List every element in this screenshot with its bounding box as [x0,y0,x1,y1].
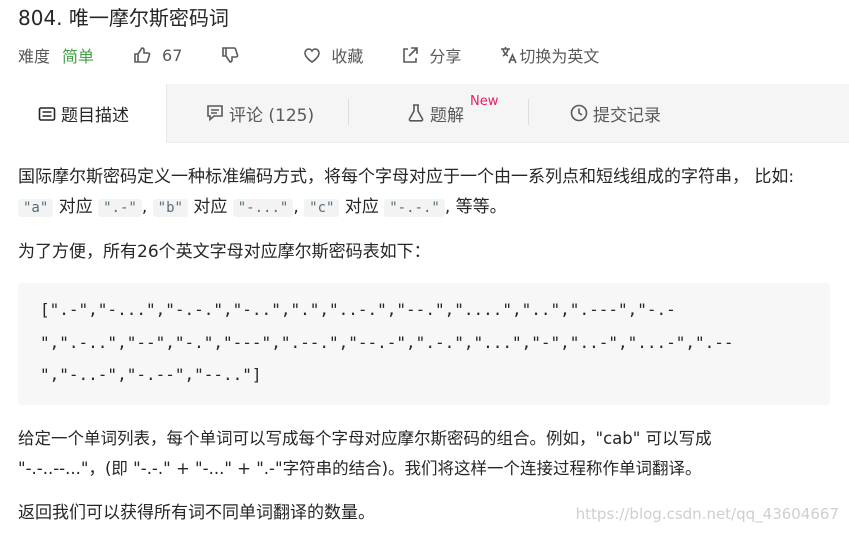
inline-code: "b" [152,199,188,217]
intro-text: , [141,197,153,217]
intro-text: 对应 [53,197,99,217]
table-intro-paragraph: 为了方便，所有26个英文字母对应摩尔斯密码表如下： [18,242,431,262]
thumbs-up-icon [134,47,151,63]
tab-solutions-label: 题解 [430,105,464,126]
favorite-button[interactable]: 收藏 [302,43,363,67]
favorite-label: 收藏 [331,47,364,66]
like-count: 67 [162,45,183,65]
inline-code: "c" [304,199,340,217]
translate-icon [501,47,518,64]
like-button[interactable]: 67 [132,45,182,65]
morse-code-block: [".-","-...","-.-.","-..",".","..-.","--… [18,283,830,405]
tab-description-label: 题目描述 [61,106,129,126]
description-icon [38,106,56,121]
flask-icon [408,104,424,122]
tab-bar: 题目描述 评论 (125) 题解 New 提交记录 [0,84,849,143]
tab-submissions[interactable]: 提交记录 [569,84,661,142]
problem-title: 804. 唯一摩尔斯密码词 [18,6,229,30]
thumbs-down-icon [222,47,239,63]
comment-icon [207,105,223,122]
inline-code: "a" [18,199,54,217]
code-line: [".-","-...","-.-.","-..",".","..-.","--… [40,300,676,319]
share-icon [403,47,419,63]
tab-comments[interactable]: 评论 (125) [205,84,314,142]
switch-language-label: 切换为英文 [519,47,600,66]
difficulty-label: 难度 [18,47,51,66]
heart-icon [304,48,321,63]
tab-description[interactable]: 题目描述 [0,84,167,143]
share-button[interactable]: 分享 [400,43,461,67]
code-line: ",".-..","--","-.","---",".--.","--.-","… [40,333,734,352]
inline-code: ".-" [98,199,142,217]
intro-text: 对应 [187,197,233,217]
inline-code: "-.-." [384,199,445,217]
intro-paragraph: 国际摩尔斯密码定义一种标准编码方式，将每个字母对应于一个由一系列点和短线组成的字… [18,162,830,223]
intro-text: 对应 [339,197,385,217]
switch-language-button[interactable]: 切换为英文 [499,43,599,67]
intro-text: 国际摩尔斯密码定义一种标准编码方式，将每个字母对应于一个由一系列点和短线组成的字… [18,167,795,187]
dislike-button[interactable] [220,45,240,65]
problem-meta-bar: 难度 简单 67 收藏 分享 切换为英文 [18,42,838,68]
tab-comments-label: 评论 (125) [229,105,315,126]
new-badge: New [470,94,499,109]
example-line: 给定一个单词列表，每个单词可以写成每个字母对应摩尔斯密码的组合。例如，"cab"… [18,429,712,448]
intro-text: , 等等。 [444,197,507,217]
inline-code: "-..." [232,199,294,217]
intro-text: , [293,197,305,217]
tab-divider [348,99,349,125]
watermark: https://blog.csdn.net/qq_43604667 [575,505,839,523]
share-label: 分享 [429,47,462,66]
clock-icon [570,104,588,122]
example-line: "-.-..--..."，(即 "-.-." + "-..." + ".-"字符… [18,459,702,478]
tab-solutions[interactable]: 题解 [406,84,464,142]
tab-submissions-label: 提交记录 [593,105,661,126]
problem-description: 国际摩尔斯密码定义一种标准编码方式，将每个字母对应于一个由一系列点和短线组成的字… [18,162,830,267]
difficulty-badge: 简单 [62,47,95,66]
code-line: ","-..-","-.--","--.."] [40,365,262,384]
tab-divider [528,99,529,125]
